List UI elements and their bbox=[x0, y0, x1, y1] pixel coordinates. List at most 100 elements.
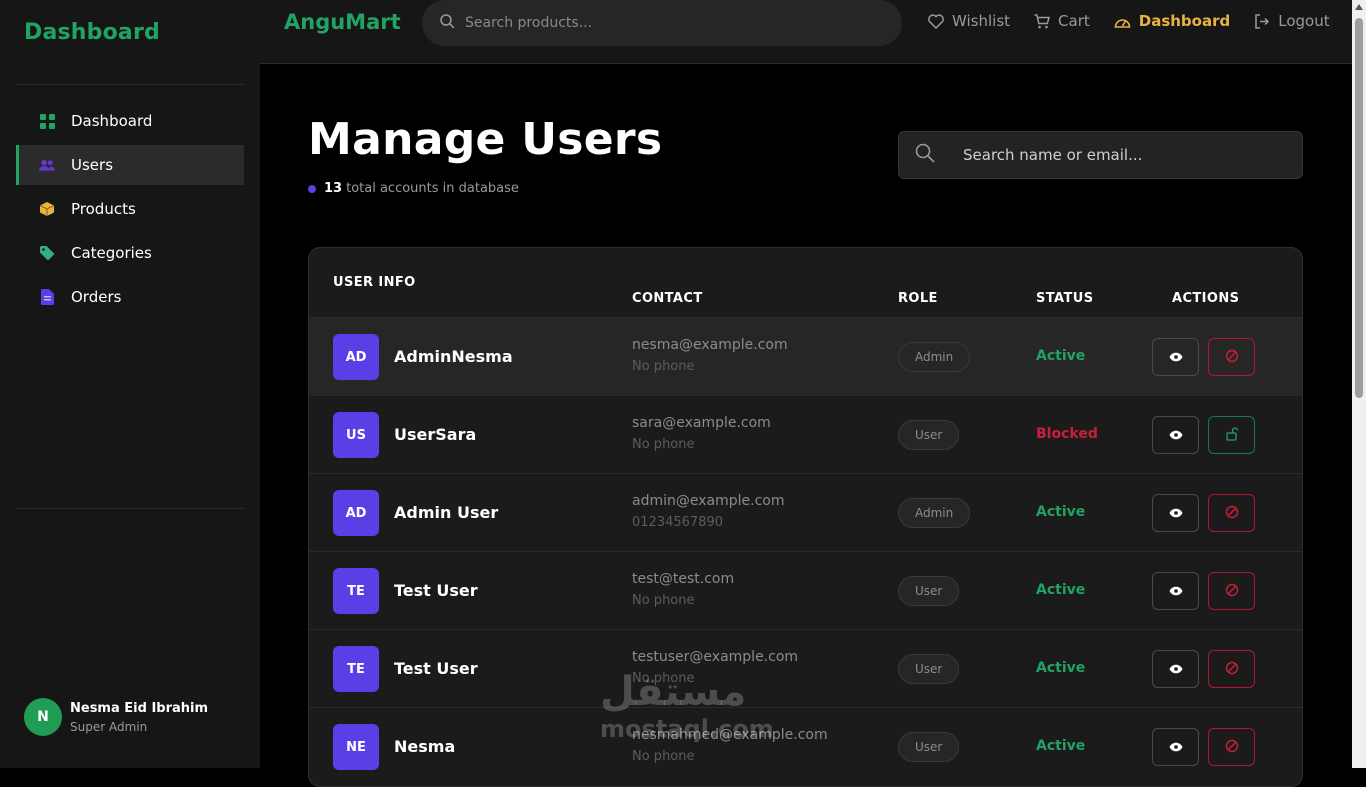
user-email: testuser@example.com bbox=[632, 649, 799, 665]
eye-icon bbox=[1169, 506, 1183, 521]
search-icon bbox=[915, 143, 935, 167]
block-user-button[interactable] bbox=[1208, 728, 1255, 766]
heart-icon bbox=[928, 13, 944, 29]
header-status: STATUS bbox=[1036, 291, 1094, 306]
sidebar-item-dashboard[interactable]: Dashboard bbox=[16, 101, 244, 141]
status-badge: Active bbox=[1036, 504, 1086, 520]
user-avatar: TE bbox=[333, 568, 379, 614]
sidebar-item-label: Dashboard bbox=[71, 112, 153, 130]
user-email: sara@example.com bbox=[632, 415, 771, 431]
logout-label: Logout bbox=[1278, 12, 1330, 30]
status-badge: Active bbox=[1036, 660, 1086, 676]
watermark-arabic: مستقل bbox=[600, 669, 747, 715]
eye-icon bbox=[1169, 740, 1183, 755]
logout-link[interactable]: Logout bbox=[1254, 12, 1330, 30]
role-badge: User bbox=[898, 576, 960, 606]
cart-link[interactable]: Cart bbox=[1034, 12, 1090, 30]
file-icon bbox=[39, 289, 55, 305]
watermark-latin: mostaql.com bbox=[600, 715, 774, 743]
user-name: Test User bbox=[394, 659, 478, 678]
page-scrollbar[interactable] bbox=[1352, 0, 1366, 768]
page-title: Manage Users bbox=[308, 114, 663, 165]
eye-icon bbox=[1169, 662, 1183, 677]
ban-icon bbox=[1225, 661, 1239, 678]
sidebar-divider bbox=[16, 84, 244, 85]
cart-icon bbox=[1034, 13, 1051, 29]
sidebar-item-categories[interactable]: Categories bbox=[16, 233, 244, 273]
block-user-button[interactable] bbox=[1208, 338, 1255, 376]
user-name: AdminNesma bbox=[394, 347, 513, 366]
wishlist-link[interactable]: Wishlist bbox=[928, 12, 1010, 30]
view-user-button[interactable] bbox=[1152, 650, 1199, 688]
block-user-button[interactable] bbox=[1208, 572, 1255, 610]
product-search-input[interactable] bbox=[465, 15, 865, 31]
user-name: UserSara bbox=[394, 425, 477, 444]
status-badge: Active bbox=[1036, 582, 1086, 598]
block-user-button[interactable] bbox=[1208, 494, 1255, 532]
profile-name: Nesma Eid Ibrahim bbox=[70, 700, 209, 716]
sidebar-divider bbox=[16, 508, 244, 509]
status-badge: Active bbox=[1036, 738, 1086, 754]
user-avatar: AD bbox=[333, 490, 379, 536]
profile-role: Super Admin bbox=[70, 719, 148, 734]
header-contact: CONTACT bbox=[632, 291, 703, 306]
role-badge: User bbox=[898, 420, 960, 450]
logout-icon bbox=[1254, 13, 1270, 29]
eye-icon bbox=[1169, 584, 1183, 599]
sidebar-item-label: Categories bbox=[71, 244, 152, 262]
count-suffix: total accounts in database bbox=[346, 181, 519, 196]
avatar: N bbox=[24, 698, 62, 736]
user-search-input[interactable] bbox=[963, 146, 1283, 164]
table-row: US UserSara sara@example.com No phone Us… bbox=[309, 395, 1302, 473]
ban-icon bbox=[1225, 505, 1239, 522]
role-badge: Admin bbox=[898, 342, 971, 372]
product-search bbox=[422, 0, 902, 46]
scroll-thumb[interactable] bbox=[1355, 18, 1363, 398]
unblock-user-button[interactable] bbox=[1208, 416, 1255, 454]
dashboard-label: Dashboard bbox=[1138, 12, 1231, 30]
account-count: 13 total accounts in database bbox=[308, 181, 519, 196]
user-profile[interactable]: N Nesma Eid Ibrahim Super Admin bbox=[24, 698, 208, 736]
app-logo[interactable]: AnguMart bbox=[284, 10, 401, 34]
cart-label: Cart bbox=[1058, 12, 1090, 30]
tag-icon bbox=[39, 245, 55, 261]
user-phone: 01234567890 bbox=[632, 515, 723, 530]
table-row: TE Test User test@test.com No phone User… bbox=[309, 551, 1302, 629]
sidebar-brand: Dashboard bbox=[24, 20, 160, 45]
user-name: Nesma bbox=[394, 737, 456, 756]
sidebar-item-users[interactable]: Users bbox=[16, 145, 244, 185]
view-user-button[interactable] bbox=[1152, 728, 1199, 766]
sidebar: Dashboard Dashboard Users Products Categ… bbox=[0, 0, 260, 768]
sidebar-item-products[interactable]: Products bbox=[16, 189, 244, 229]
role-badge: Admin bbox=[898, 498, 971, 528]
view-user-button[interactable] bbox=[1152, 572, 1199, 610]
view-user-button[interactable] bbox=[1152, 494, 1199, 532]
sidebar-item-orders[interactable]: Orders bbox=[16, 277, 244, 317]
role-badge: User bbox=[898, 732, 960, 762]
user-name: Test User bbox=[394, 581, 478, 600]
user-email: admin@example.com bbox=[632, 493, 785, 509]
grid-icon bbox=[39, 113, 55, 129]
table-row: AD Admin User admin@example.com 01234567… bbox=[309, 473, 1302, 551]
sidebar-item-label: Users bbox=[71, 156, 114, 174]
search-icon bbox=[440, 13, 455, 33]
view-user-button[interactable] bbox=[1152, 416, 1199, 454]
gauge-icon bbox=[1114, 15, 1131, 28]
status-dot bbox=[308, 184, 316, 193]
user-search bbox=[898, 131, 1303, 179]
status-badge: Blocked bbox=[1036, 426, 1098, 442]
role-badge: User bbox=[898, 654, 960, 684]
status-badge: Active bbox=[1036, 348, 1086, 364]
user-email: nesma@example.com bbox=[632, 337, 788, 353]
view-user-button[interactable] bbox=[1152, 338, 1199, 376]
scroll-up-arrow-icon[interactable] bbox=[1355, 4, 1363, 10]
header-user-info: USER INFO bbox=[333, 275, 416, 290]
ban-icon bbox=[1225, 583, 1239, 600]
block-user-button[interactable] bbox=[1208, 650, 1255, 688]
table-row: NE Nesma nesmahmed@example.com No phone … bbox=[309, 707, 1302, 785]
eye-icon bbox=[1169, 350, 1183, 365]
user-avatar: TE bbox=[333, 646, 379, 692]
user-phone: No phone bbox=[632, 359, 695, 374]
topbar: AnguMart Wishlist Cart Dashboard bbox=[260, 0, 1352, 64]
dashboard-link[interactable]: Dashboard bbox=[1114, 12, 1230, 30]
